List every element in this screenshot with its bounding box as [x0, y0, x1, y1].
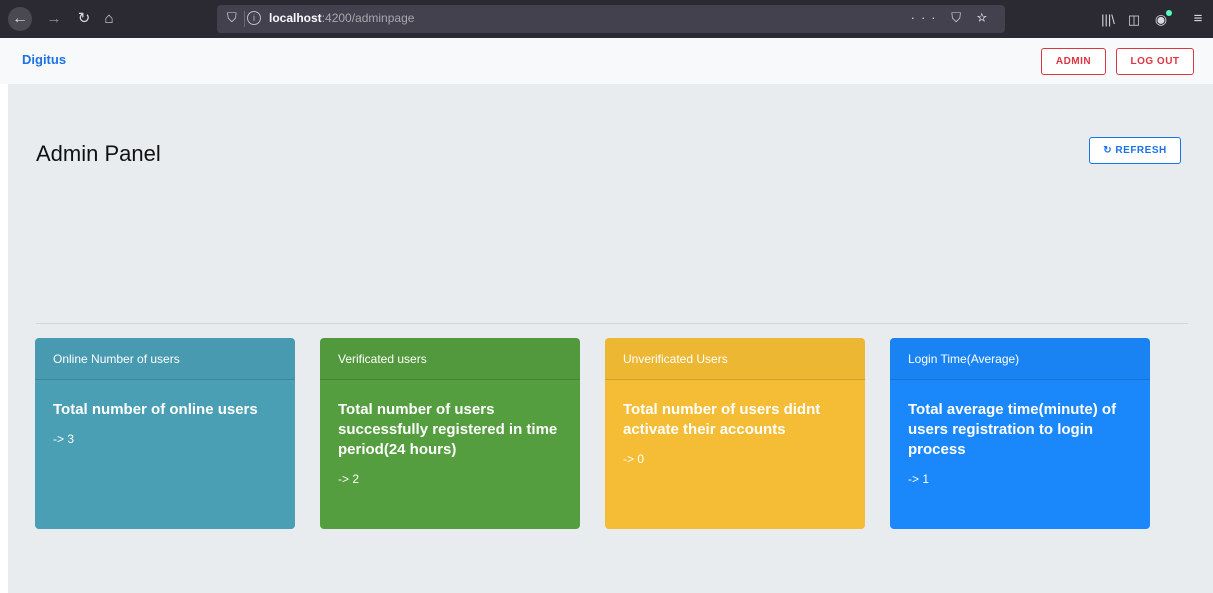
logout-button[interactable]: LOG OUT — [1116, 48, 1194, 75]
card-online-users: Online Number of users Total number of o… — [35, 338, 295, 529]
back-arrow-icon[interactable]: ← — [8, 7, 32, 31]
notification-dot — [1166, 10, 1172, 16]
brand-link[interactable]: Digitus — [22, 52, 66, 67]
site-info-icon[interactable]: i — [247, 11, 261, 25]
main-content: Admin Panel ↻ REFRESH Online Number of u… — [8, 84, 1213, 593]
card-body: Total number of users successfully regis… — [320, 380, 580, 486]
page-title: Admin Panel — [36, 141, 161, 166]
home-icon[interactable]: ⌂ — [99, 9, 119, 29]
card-value: -> 2 — [338, 472, 360, 486]
browser-toolbar: ← → ↻ ⌂ ⛉ i localhost:4200/adminpage ···… — [0, 0, 1213, 38]
card-body: Total average time(minute) of users regi… — [890, 380, 1150, 486]
card-header: Verificated users — [320, 338, 580, 380]
url-separator — [244, 11, 245, 27]
reload-icon[interactable]: ↻ — [74, 9, 94, 29]
url-host: localhost — [269, 11, 322, 25]
card-verified-users: Verificated users Total number of users … — [320, 338, 580, 529]
forward-arrow-icon[interactable]: → — [44, 9, 64, 29]
divider — [36, 323, 1188, 324]
admin-button[interactable]: ADMIN — [1041, 48, 1106, 75]
tracking-shield-icon[interactable]: ⛉ — [227, 10, 237, 26]
refresh-button[interactable]: ↻ REFRESH — [1089, 137, 1181, 164]
card-value: -> 0 — [623, 452, 645, 466]
card-description: Total number of users successfully regis… — [338, 401, 558, 458]
card-body: Total number of online users -> 3 — [35, 380, 295, 446]
card-login-time: Login Time(Average) Total average time(m… — [890, 338, 1150, 529]
hamburger-menu-icon[interactable]: ≡ — [1190, 9, 1206, 29]
card-description: Total number of online users — [53, 401, 258, 418]
url-text[interactable]: localhost:4200/adminpage — [269, 11, 414, 25]
card-unverified-users: Unverificated Users Total number of user… — [605, 338, 865, 529]
card-value: -> 1 — [908, 472, 930, 486]
url-path: :4200/adminpage — [321, 11, 415, 25]
card-header: Login Time(Average) — [890, 338, 1150, 380]
card-description: Total average time(minute) of users regi… — [908, 401, 1117, 458]
card-header: Online Number of users — [35, 338, 295, 380]
card-description: Total number of users didnt activate the… — [623, 401, 821, 438]
library-icon[interactable]: |||\ — [1100, 10, 1116, 30]
page-actions-icons[interactable]: ··· ⛉ ☆ — [911, 10, 993, 26]
address-bar[interactable]: ⛉ i localhost:4200/adminpage ··· ⛉ ☆ — [217, 5, 1005, 33]
app-navbar: Digitus ADMIN LOG OUT — [0, 38, 1213, 84]
card-header: Unverificated Users — [605, 338, 865, 380]
sidebar-toggle-icon[interactable]: ◫ — [1126, 10, 1142, 30]
card-value: -> 3 — [53, 432, 75, 446]
card-body: Total number of users didnt activate the… — [605, 380, 865, 466]
